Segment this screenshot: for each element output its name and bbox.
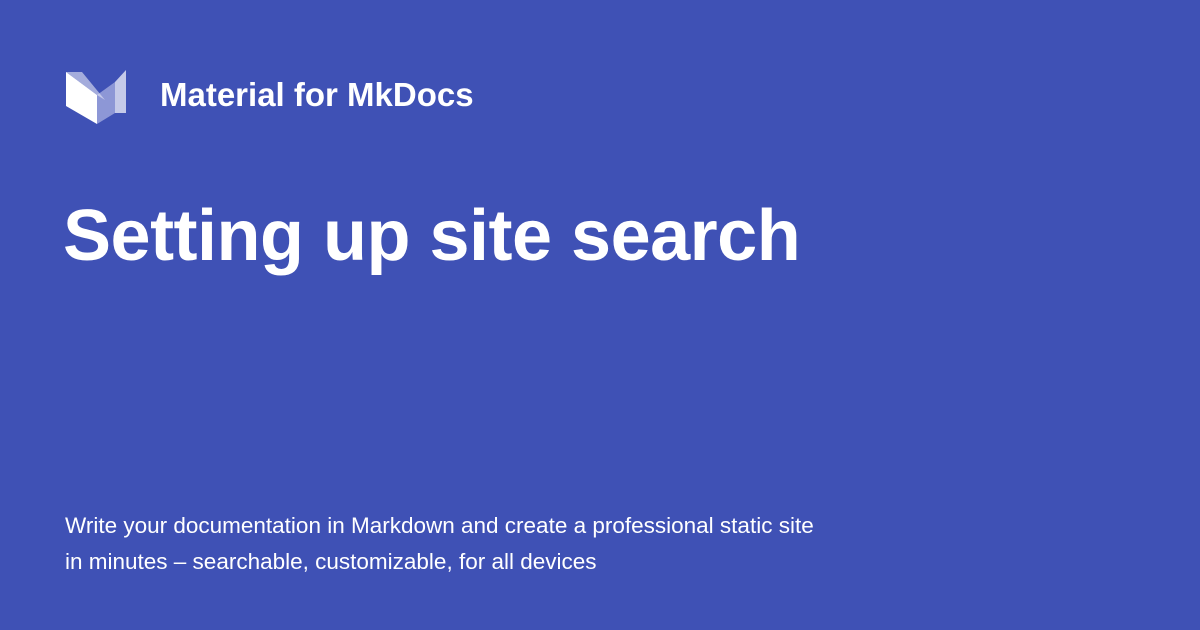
description-line-2: in minutes – searchable, customizable, f… [65,549,597,574]
site-description: Write your documentation in Markdown and… [65,508,905,580]
site-name: Material for MkDocs [160,76,474,113]
page-title: Setting up site search [63,196,801,276]
description-line-1: Write your documentation in Markdown and… [65,513,814,538]
social-card: Material for MkDocs Setting up site sear… [0,0,1200,630]
material-mkdocs-logo-icon [65,69,127,124]
